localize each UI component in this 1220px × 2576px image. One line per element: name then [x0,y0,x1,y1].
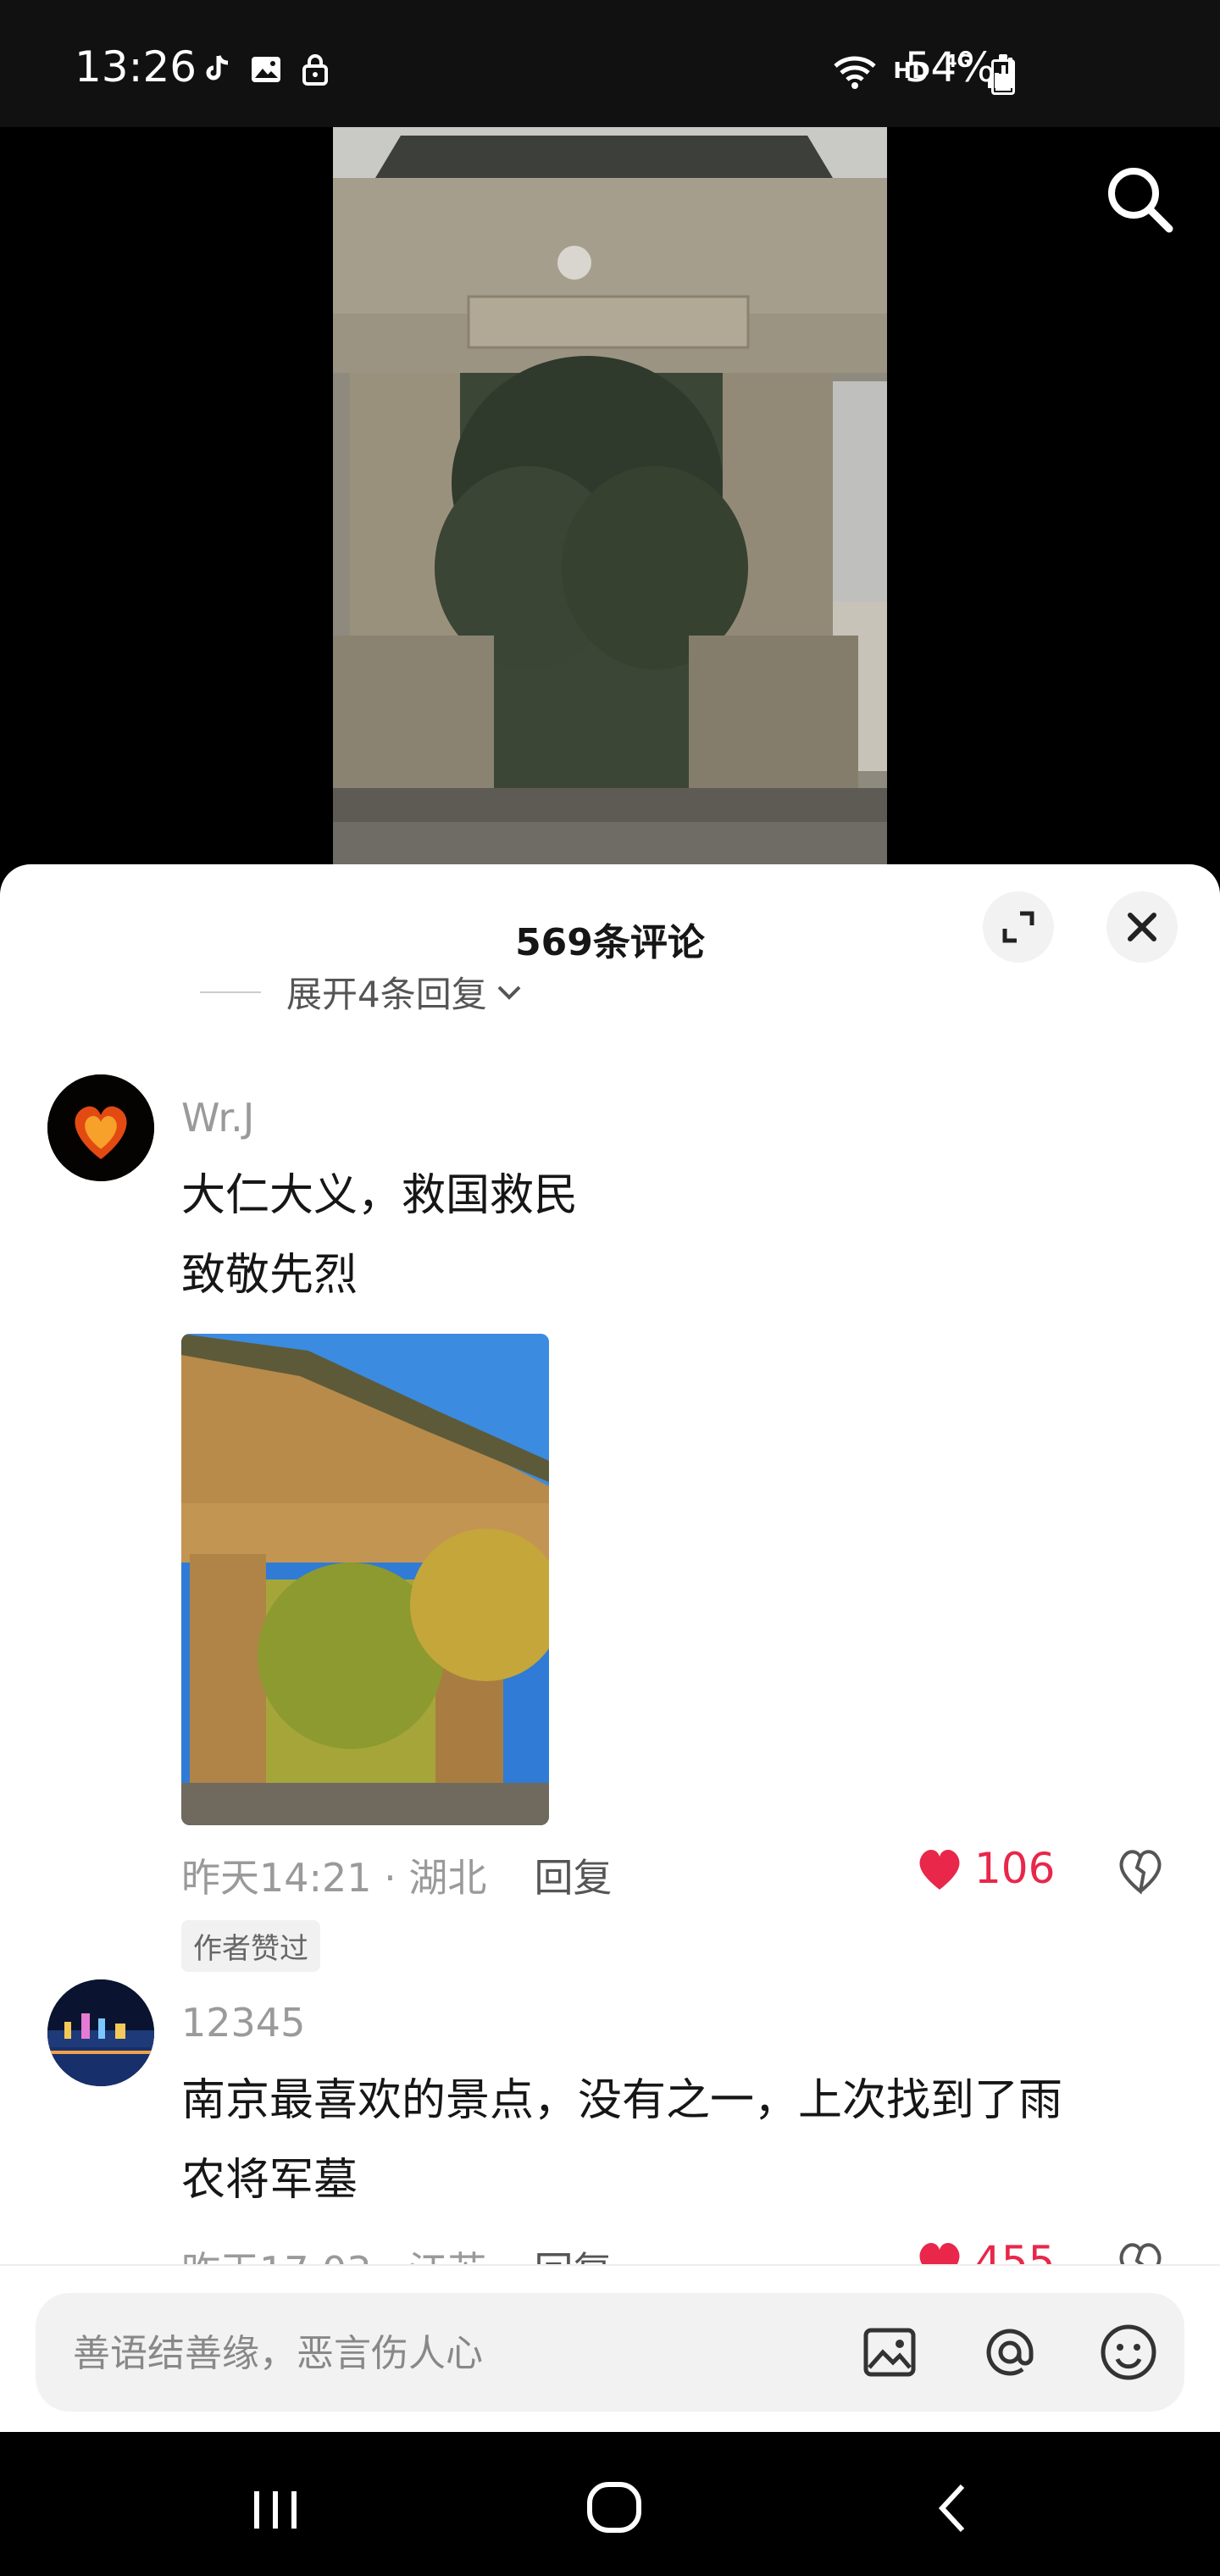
back-icon [938,2484,965,2533]
mention-icon [986,2329,1034,2376]
wifi-icon [834,56,877,89]
reply-button[interactable]: 回复 [534,1847,612,1903]
status-bar: 13:26 HD 4G 54% [0,0,1220,127]
comment-text-line: 农将军墓 [181,2155,358,2206]
search-icon [1108,168,1173,233]
search-button[interactable] [1101,161,1178,237]
comments-sheet: 569条评论 展开4条回复 Wr.J 大仁大义，救国救民 致敬先烈 昨天14:2… [0,864,1220,2432]
comment-input-bar [0,2264,1220,2434]
expand-icon [1002,911,1034,943]
avatar[interactable] [47,1979,154,2086]
divider [200,991,261,993]
gallery-icon [252,57,280,82]
status-icons-left [200,53,332,86]
comment-image[interactable] [181,1334,549,1825]
comment-input-pill[interactable] [36,2293,1184,2412]
comment-text-line: 南京最喜欢的景点，没有之一，上次找到了雨 [181,2075,1063,2126]
home-icon [587,2482,641,2533]
close-icon [1128,913,1156,941]
tiktok-icon [206,55,229,80]
expand-replies-label: 展开4条回复 [286,974,487,1015]
emoji-button[interactable] [1095,2318,1162,2386]
chevron-down-icon [497,985,521,1000]
recent-apps-button[interactable] [237,2474,313,2542]
heart-filled-icon [919,1849,960,1890]
memorial-archway-image [333,127,887,864]
emoji-icon [1101,2324,1156,2380]
comment-text: 大仁大义，救国救民 致敬先烈 [181,1156,1164,1315]
archway-photo [181,1334,549,1825]
comment-username[interactable]: 12345 [181,2000,305,2046]
comment-item: Wr.J 大仁大义，救国救民 致敬先烈 昨天14:21 · 湖北 回复 106 … [0,1074,1220,1972]
lock-icon [302,54,328,86]
image-icon [863,2328,916,2377]
back-button[interactable] [915,2474,991,2542]
video-player[interactable] [0,127,1220,864]
dislike-button[interactable] [1115,1846,1166,1896]
recent-apps-icon [254,2491,297,2529]
close-sheet-button[interactable] [1106,891,1178,963]
comment-text: 南京最喜欢的景点，没有之一，上次找到了雨 农将军墓 [181,2061,1164,2220]
system-nav-bar [0,2432,1220,2576]
night-city-avatar-icon [47,1979,154,2086]
comment-input[interactable] [71,2318,837,2388]
comment-time-location: 昨天14:21 · 湖北 [181,1855,487,1901]
broken-heart-icon [1119,1850,1162,1895]
expand-replies-link[interactable]: 展开4条回复 [200,966,526,1018]
expand-sheet-button[interactable] [983,891,1054,963]
avatar[interactable] [47,1074,154,1181]
like-count: 106 [974,1844,1056,1893]
comment-text-line: 致敬先烈 [181,1250,358,1301]
like-button[interactable]: 106 [915,1844,1055,1893]
battery-percent: 54% [905,44,995,92]
video-frame[interactable] [333,127,887,864]
comment-meta: 昨天14:21 · 湖北 回复 [181,1847,612,1903]
mention-button[interactable] [976,2318,1044,2386]
author-liked-badge: 作者赞过 [181,1920,320,1972]
comment-text-line: 大仁大义，救国救民 [181,1170,579,1221]
status-time: 13:26 [75,42,197,92]
image-button[interactable] [856,2318,923,2386]
home-button[interactable] [576,2474,652,2542]
battery-icon [991,54,1015,95]
comment-username[interactable]: Wr.J [181,1095,254,1141]
heart-fire-avatar-icon [47,1074,154,1181]
